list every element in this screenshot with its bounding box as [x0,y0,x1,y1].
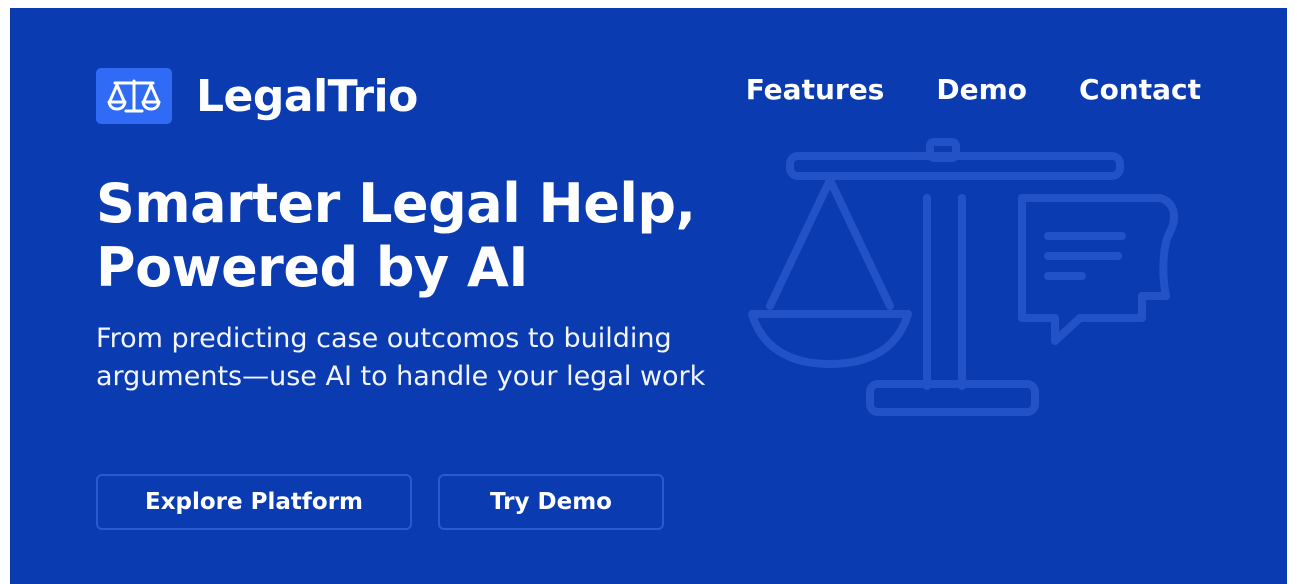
hero-section: LegalTrio Features Demo Contact Smarter … [10,8,1287,584]
nav-link-contact[interactable]: Contact [1079,72,1201,108]
brand-name: LegalTrio [196,70,418,122]
nav-link-features[interactable]: Features [746,72,885,108]
hero-headline: Smarter Legal Help, Powered by AI [96,172,696,300]
scales-and-document-icon [748,138,1179,416]
hero-headline-line-2: Powered by AI [96,236,528,299]
try-demo-button[interactable]: Try Demo [438,474,664,530]
nav-link-demo[interactable]: Demo [936,72,1027,108]
hero-subtitle: From predicting case outcomos to buildin… [96,323,706,392]
brand[interactable]: LegalTrio [96,68,418,124]
explore-platform-button[interactable]: Explore Platform [96,474,412,530]
scales-icon [96,68,172,124]
cta-buttons: Explore Platform Try Demo [96,474,664,530]
hero-headline-line-1: Smarter Legal Help, [96,172,696,235]
main-nav: Features Demo Contact [746,72,1201,108]
